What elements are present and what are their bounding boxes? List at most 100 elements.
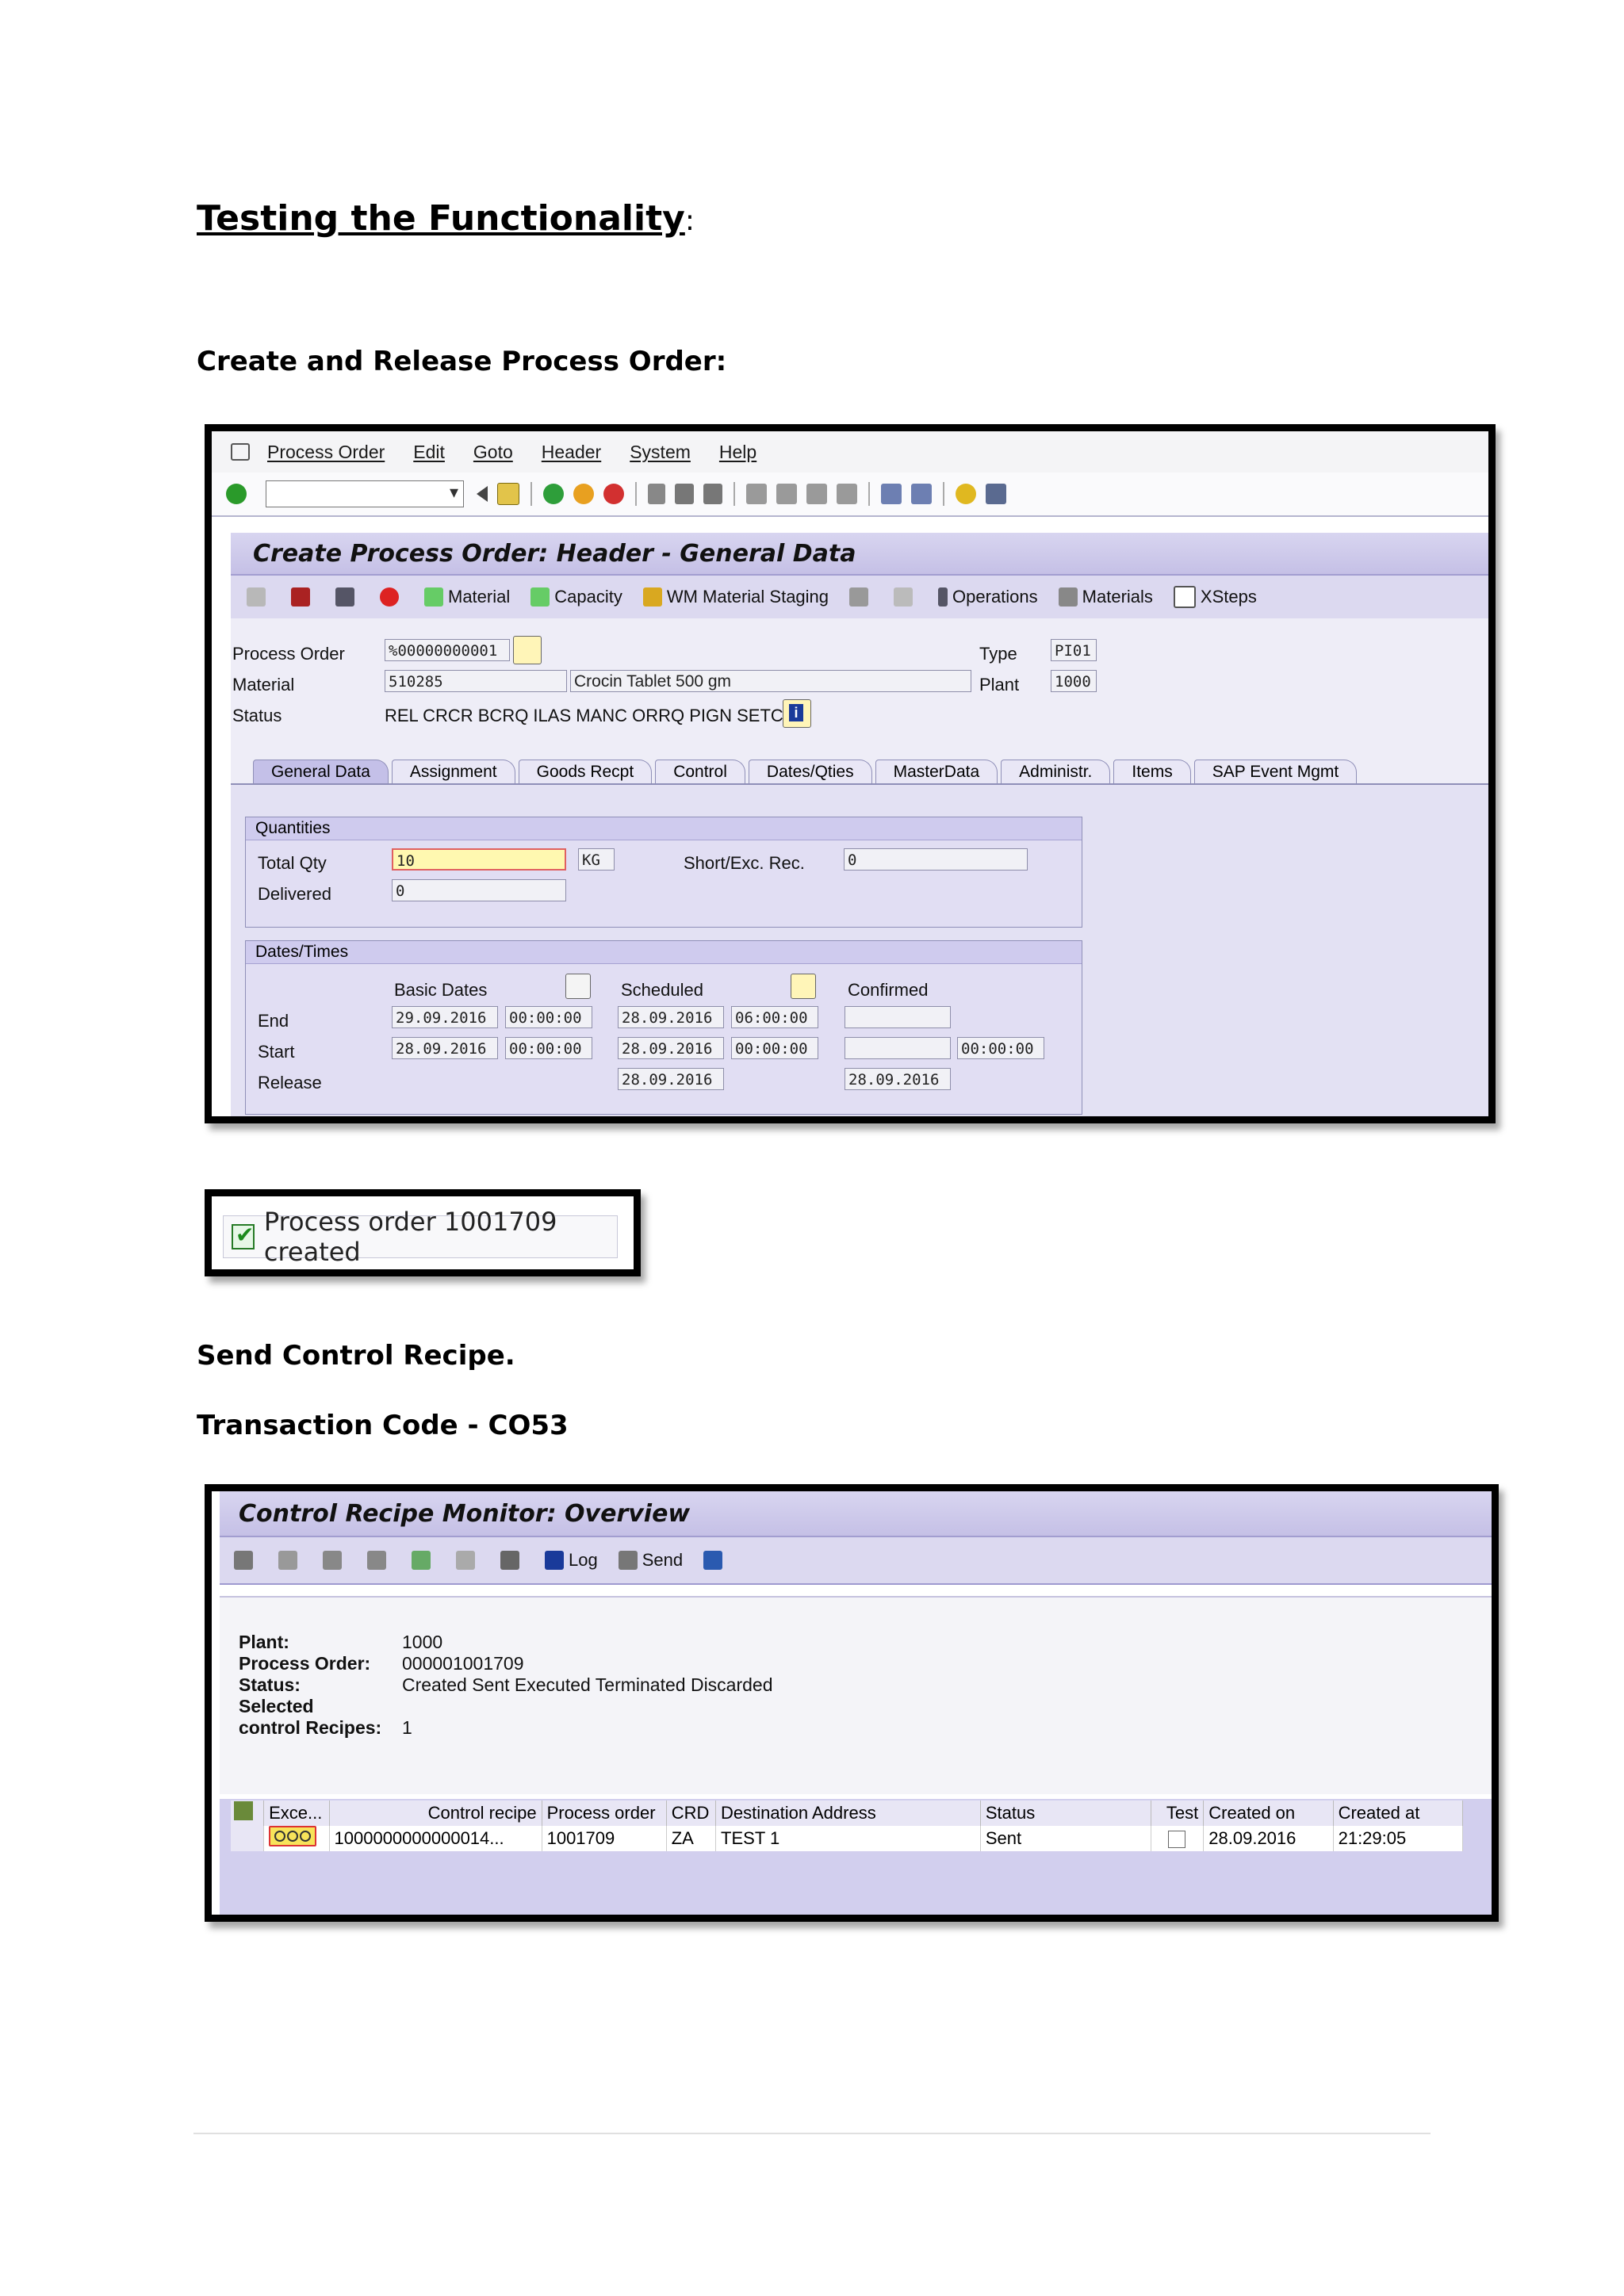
- save-icon[interactable]: [497, 483, 519, 505]
- process-order-field[interactable]: %00000000001: [385, 639, 510, 661]
- menu-edit[interactable]: Edit: [413, 442, 445, 463]
- start-basic-date[interactable]: 28.09.2016: [392, 1037, 498, 1059]
- hierarchy-button[interactable]: [849, 587, 873, 607]
- tab-dates-qties[interactable]: Dates/Qties: [748, 760, 872, 784]
- plant-field[interactable]: 1000: [1051, 670, 1097, 692]
- sap-create-process-order-screenshot: Process Order Edit Goto Header System He…: [205, 424, 1496, 1123]
- print-icon[interactable]: [648, 484, 665, 504]
- col-created-on[interactable]: Created on: [1203, 1800, 1334, 1826]
- back-arrow-icon[interactable]: [477, 486, 488, 502]
- details-button[interactable]: [234, 1551, 258, 1570]
- row-selector[interactable]: [231, 1826, 265, 1851]
- refresh-button[interactable]: [703, 1551, 727, 1570]
- basic-dates-pencil-icon[interactable]: [565, 974, 591, 999]
- create-session-icon[interactable]: [881, 484, 902, 504]
- end-confirmed-date: [845, 1006, 951, 1028]
- control-recipe-monitor-screenshot: Control Recipe Monitor: Overview Log Sen…: [205, 1484, 1499, 1922]
- help-icon[interactable]: [956, 484, 976, 504]
- unit-field[interactable]: KG: [578, 848, 615, 871]
- hat-button[interactable]: [894, 587, 917, 607]
- col-status[interactable]: Status: [980, 1800, 1151, 1826]
- send-button[interactable]: Send: [618, 1550, 683, 1571]
- shortcut-icon[interactable]: [911, 484, 932, 504]
- operations-button[interactable]: Operations: [938, 587, 1038, 607]
- col-created-at[interactable]: Created at: [1333, 1800, 1464, 1826]
- tab-goods-recpt[interactable]: Goods Recpt: [518, 760, 653, 784]
- xsteps-button[interactable]: XSteps: [1173, 586, 1257, 608]
- deselect-all-button[interactable]: [456, 1551, 480, 1570]
- short-exc-field[interactable]: 0: [844, 848, 1028, 871]
- tab-control[interactable]: Control: [655, 760, 745, 784]
- type-field[interactable]: PI01: [1051, 639, 1097, 661]
- select-all-button[interactable]: [412, 1551, 435, 1570]
- table-row[interactable]: 1000000000000014... 1001709 ZA TEST 1 Se…: [231, 1826, 1464, 1851]
- menu-goto[interactable]: Goto: [473, 442, 513, 463]
- command-field[interactable]: [266, 480, 464, 507]
- tab-assignment[interactable]: Assignment: [391, 760, 515, 784]
- row-selector-header[interactable]: [231, 1800, 265, 1826]
- sort-filter-button[interactable]: [367, 1551, 391, 1570]
- capacity-button[interactable]: Capacity: [530, 587, 622, 607]
- table-header-row: Exce... Control recipe Process order CRD…: [231, 1800, 1464, 1826]
- wm-material-staging-button[interactable]: WM Material Staging: [642, 587, 829, 607]
- menu-icon[interactable]: [231, 443, 250, 461]
- end-scheduled-date: 28.09.2016: [618, 1006, 724, 1028]
- exception-traffic-light: [263, 1826, 330, 1851]
- tab-sap-event-mgmt[interactable]: SAP Event Mgmt: [1193, 760, 1358, 784]
- end-basic-date[interactable]: 29.09.2016: [392, 1006, 498, 1028]
- enter-check-icon[interactable]: [226, 484, 247, 504]
- first-page-icon[interactable]: [746, 484, 767, 504]
- log-button[interactable]: Log: [545, 1550, 598, 1571]
- tab-administr[interactable]: Administr.: [1001, 760, 1111, 784]
- test-checkbox[interactable]: [1168, 1831, 1186, 1849]
- sort-ascending-button[interactable]: [323, 1551, 347, 1570]
- start-basic-time[interactable]: 00:00:00: [505, 1037, 592, 1059]
- scheduled-pencil-icon[interactable]: [791, 974, 816, 999]
- next-page-icon[interactable]: [806, 484, 827, 504]
- material-button[interactable]: Material: [424, 587, 510, 607]
- end-basic-time[interactable]: 00:00:00: [505, 1006, 592, 1028]
- layout-menu-icon[interactable]: [986, 484, 1006, 504]
- tab-items[interactable]: Items: [1113, 760, 1191, 784]
- col-destination-address[interactable]: Destination Address: [715, 1800, 981, 1826]
- control-recipe-table: Exce... Control recipe Process order CRD…: [231, 1800, 1464, 1851]
- selected-label: Selected: [239, 1696, 314, 1716]
- col-test[interactable]: Test: [1151, 1800, 1205, 1826]
- tab-masterdata[interactable]: MasterData: [875, 760, 998, 784]
- calculator-icon: [335, 587, 354, 607]
- menu-header[interactable]: Header: [542, 442, 601, 463]
- send-icon: [618, 1551, 638, 1570]
- back-icon[interactable]: [543, 484, 564, 504]
- last-page-icon[interactable]: [837, 484, 857, 504]
- menu-process-order[interactable]: Process Order: [267, 442, 385, 463]
- material-button-label: Material: [448, 587, 511, 607]
- edit-pencil-icon[interactable]: [513, 636, 542, 664]
- materials-icon: [1058, 587, 1078, 607]
- start-scheduled-time: 00:00:00: [731, 1037, 818, 1059]
- find-next-icon[interactable]: [703, 484, 722, 504]
- cell-control-recipe: 1000000000000014...: [329, 1826, 542, 1851]
- delete-button[interactable]: [500, 1551, 524, 1570]
- end-label: End: [258, 1011, 289, 1031]
- menu-help[interactable]: Help: [719, 442, 756, 463]
- exit-icon[interactable]: [573, 484, 594, 504]
- tab-general-data[interactable]: General Data: [253, 760, 389, 784]
- previous-page-icon[interactable]: [776, 484, 797, 504]
- flag-button[interactable]: [247, 587, 270, 607]
- status-info-icon[interactable]: i: [783, 699, 811, 728]
- filter-button[interactable]: [278, 1551, 302, 1570]
- find-icon[interactable]: [675, 484, 694, 504]
- col-control-recipe[interactable]: Control recipe: [329, 1800, 542, 1826]
- col-process-order[interactable]: Process order: [542, 1800, 667, 1826]
- menu-system[interactable]: System: [630, 442, 691, 463]
- process-order-value: 000001001709: [402, 1653, 524, 1674]
- calculator-button[interactable]: [335, 587, 359, 607]
- material-field[interactable]: 510285: [385, 670, 567, 692]
- col-exception[interactable]: Exce...: [263, 1800, 330, 1826]
- cancel-icon[interactable]: [603, 484, 624, 504]
- col-crd[interactable]: CRD: [666, 1800, 717, 1826]
- checklist-button[interactable]: [291, 587, 315, 607]
- lifebuoy-button[interactable]: [380, 587, 404, 607]
- materials-button[interactable]: Materials: [1058, 587, 1153, 607]
- total-qty-input[interactable]: 10: [392, 848, 566, 871]
